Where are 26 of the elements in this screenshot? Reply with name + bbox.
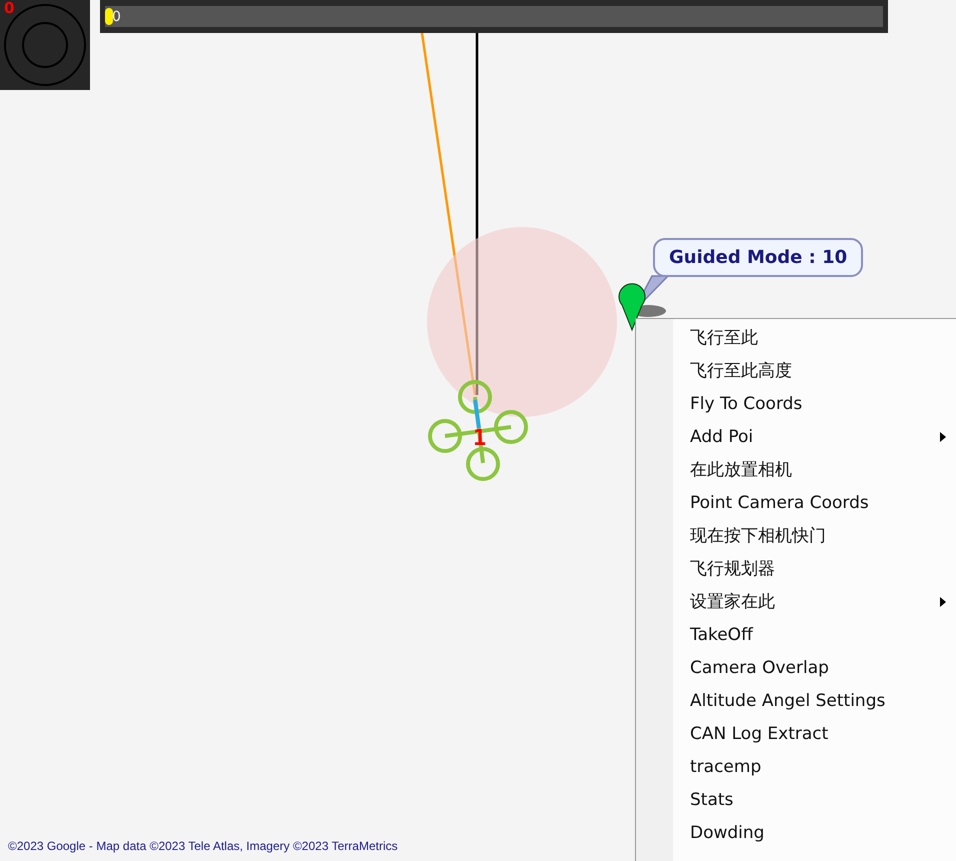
menu-item[interactable]: Dowding — [636, 816, 956, 849]
heading-marker-icon — [105, 8, 113, 25]
hud-value: 0 — [4, 0, 14, 17]
mode-callout: Guided Mode : 10 — [653, 238, 864, 277]
map-marker-icon[interactable] — [618, 283, 666, 330]
menu-item[interactable]: CAN Log Extract — [636, 717, 956, 750]
menu-item[interactable]: Add Poi — [636, 420, 956, 453]
submenu-arrow-icon — [940, 432, 946, 442]
menu-item[interactable]: Stats — [636, 783, 956, 816]
menu-item[interactable]: Point Camera Coords — [636, 486, 956, 519]
map-view[interactable] — [0, 0, 956, 861]
menu-item[interactable]: 飞行规划器 — [636, 552, 956, 585]
menu-item[interactable]: Camera Overlap — [636, 651, 956, 684]
submenu-arrow-icon — [940, 597, 946, 607]
menu-item[interactable]: 设置家在此 — [636, 585, 956, 618]
menu-item[interactable]: 现在按下相机快门 — [636, 519, 956, 552]
menu-item[interactable]: TakeOff — [636, 618, 956, 651]
map-attribution: ©2023 Google - Map data ©2023 Tele Atlas, Imagery ©2023 TerraMetrics — [8, 839, 398, 853]
menu-item[interactable]: tracemp — [636, 750, 956, 783]
menu-item[interactable]: 在此放置相机 — [636, 453, 956, 486]
menu-item[interactable]: 飞行至此高度 — [636, 354, 956, 387]
menu-item[interactable]: Altitude Angel Settings — [636, 684, 956, 717]
menu-item[interactable]: 飞行至此 — [636, 321, 956, 354]
drone-icon — [428, 380, 528, 481]
heading-value: 0 — [112, 10, 121, 24]
menu-item[interactable]: Fly To Coords — [636, 387, 956, 420]
